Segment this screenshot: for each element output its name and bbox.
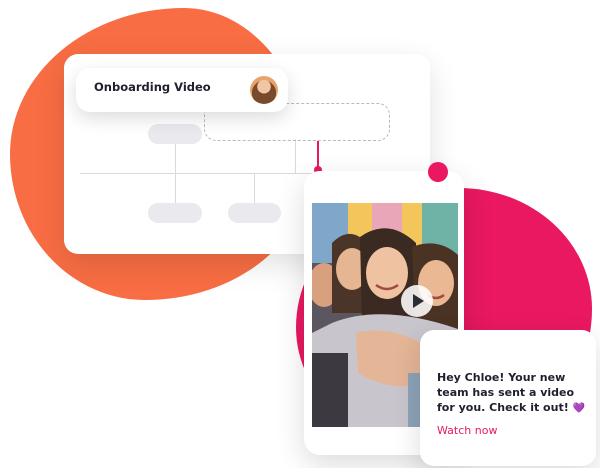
workflow-node[interactable] [148, 203, 202, 223]
workflow-title: Onboarding Video [94, 80, 211, 94]
workflow-node[interactable] [228, 203, 281, 223]
pink-connector-line [317, 141, 319, 169]
connector-line [295, 139, 296, 173]
watch-now-link[interactable]: Watch now [437, 424, 497, 437]
message-text-block: Hey Chloe! Your new team has sent a vide… [437, 370, 587, 416]
play-icon [413, 294, 424, 308]
purple-heart-icon: 💜 [572, 403, 586, 414]
user-avatar-icon [250, 76, 278, 104]
message-text: Hey Chloe! Your new team has sent a vide… [437, 371, 575, 414]
pink-accent-dot [428, 162, 448, 182]
workflow-node[interactable] [148, 124, 202, 144]
connector-line [254, 173, 255, 203]
play-button[interactable] [401, 285, 433, 317]
